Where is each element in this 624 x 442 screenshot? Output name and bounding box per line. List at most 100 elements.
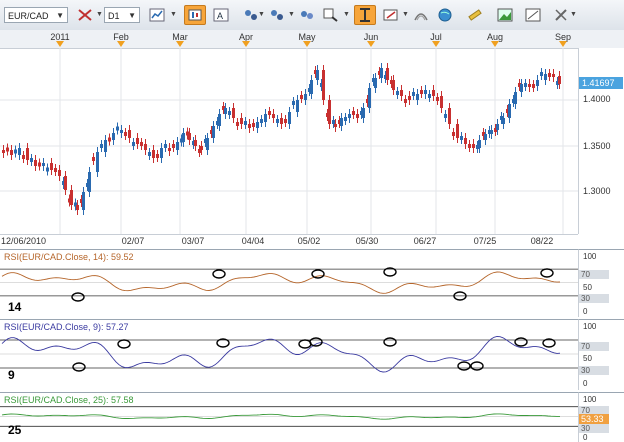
price-axis: 1.4000 1.3500 1.3000 1.41697: [578, 48, 624, 234]
candle-body: [328, 100, 331, 124]
scale-label: 100: [583, 252, 597, 261]
chart-grid: [0, 48, 578, 234]
scale-label: 30: [579, 366, 609, 375]
candle-body: [136, 138, 139, 144]
candle-body: [58, 170, 61, 176]
date-label: 08/22: [530, 236, 554, 246]
candle-body: [156, 154, 159, 158]
candle-body: [34, 160, 37, 166]
candle-body: [464, 138, 467, 144]
price-candles: [2, 63, 561, 215]
candle-body: [64, 176, 67, 190]
candle-body: [120, 130, 123, 133]
candle-body: [248, 124, 251, 128]
date-label: 03/07: [181, 236, 205, 246]
candle-body: [10, 150, 13, 155]
scale-label: 0: [583, 307, 588, 316]
candle-body: [92, 157, 95, 161]
candle-body: [452, 132, 455, 136]
date-label: 06/27: [413, 236, 437, 246]
candle-body: [304, 94, 307, 100]
candle-body: [26, 148, 29, 160]
candle-body: [18, 148, 21, 155]
candle-body: [344, 117, 347, 121]
candle-body: [6, 147, 9, 152]
candle-body: [50, 163, 53, 170]
candle-body: [478, 140, 481, 148]
candle-body: [206, 138, 209, 150]
candle-body: [54, 168, 57, 172]
rsi-panel-25[interactable]: RSI(EUR/CAD.Close, 25): 57.58 25: [0, 392, 578, 442]
candle-body: [2, 150, 5, 153]
candle-body: [548, 73, 551, 77]
candle-body: [232, 108, 235, 118]
candle-body: [436, 97, 439, 101]
candle-body: [514, 92, 517, 104]
candle-body: [252, 123, 255, 127]
candle-body: [340, 118, 343, 126]
scale-label: 30: [579, 424, 609, 433]
candle-body: [140, 142, 143, 146]
price-label: 1.3500: [583, 141, 611, 151]
candle-body: [386, 68, 389, 80]
scale-label: 100: [583, 322, 597, 331]
candle-body: [276, 119, 279, 123]
candle-body: [46, 167, 49, 172]
candle-body: [432, 90, 435, 96]
panel-title: RSI(EUR/CAD.Close, 14): 59.52: [4, 252, 134, 262]
candle-body: [532, 84, 535, 88]
candle-body: [260, 119, 263, 123]
candle-body: [460, 136, 463, 140]
candle-body: [14, 149, 17, 154]
candle-body: [244, 121, 247, 125]
candle-body: [268, 111, 271, 115]
candle-body: [296, 100, 299, 112]
candle-body: [310, 80, 313, 94]
candle-body: [322, 70, 325, 100]
date-axis: 12/06/2010 02/07 03/07 04/04 05/02 05/30…: [0, 234, 578, 249]
candle-body: [30, 158, 33, 162]
candle-body: [160, 148, 163, 158]
scale-label: 50: [583, 283, 592, 292]
candle-body: [552, 74, 555, 77]
candle-body: [348, 114, 351, 118]
candle-body: [400, 90, 403, 96]
candle-body: [128, 130, 131, 138]
candle-body: [124, 132, 127, 136]
candle-body: [108, 137, 111, 142]
candle-body: [256, 122, 259, 128]
candle-body: [292, 101, 295, 105]
date-label: 02/07: [121, 236, 145, 246]
candle-body: [396, 91, 399, 95]
candle-body: [416, 94, 419, 100]
rsi-panel-9[interactable]: RSI(EUR/CAD.Close, 9): 57.27 9: [0, 319, 578, 390]
candle-body: [472, 144, 475, 148]
candle-body: [224, 108, 227, 114]
scale-label: 0: [583, 379, 588, 388]
candle-body: [22, 155, 25, 159]
candle-body: [520, 84, 523, 92]
rsi-panel-14[interactable]: RSI(EUR/CAD.Close, 14): 59.52 14: [0, 249, 578, 317]
candle-body: [182, 133, 185, 142]
candle-body: [300, 95, 303, 99]
candle-body: [82, 192, 85, 210]
candle-body: [88, 172, 91, 192]
rsi-axis-14: 100 70 50 30 0: [578, 249, 624, 317]
candle-body: [280, 118, 283, 124]
candle-body: [440, 96, 443, 108]
price-label: 1.3000: [583, 186, 611, 196]
candle-body: [236, 122, 239, 126]
candle-body: [484, 134, 487, 140]
scale-label: 70: [579, 342, 609, 351]
candle-body: [188, 133, 191, 140]
candle-body: [368, 88, 371, 108]
candle-body: [502, 118, 505, 124]
candle-body: [172, 144, 175, 148]
candle-body: [490, 130, 493, 134]
candle-body: [116, 126, 119, 131]
candle-body: [352, 111, 355, 115]
candle-body: [544, 74, 547, 80]
candle-body: [496, 124, 499, 130]
candle-body: [194, 140, 197, 146]
candle-body: [288, 112, 291, 124]
